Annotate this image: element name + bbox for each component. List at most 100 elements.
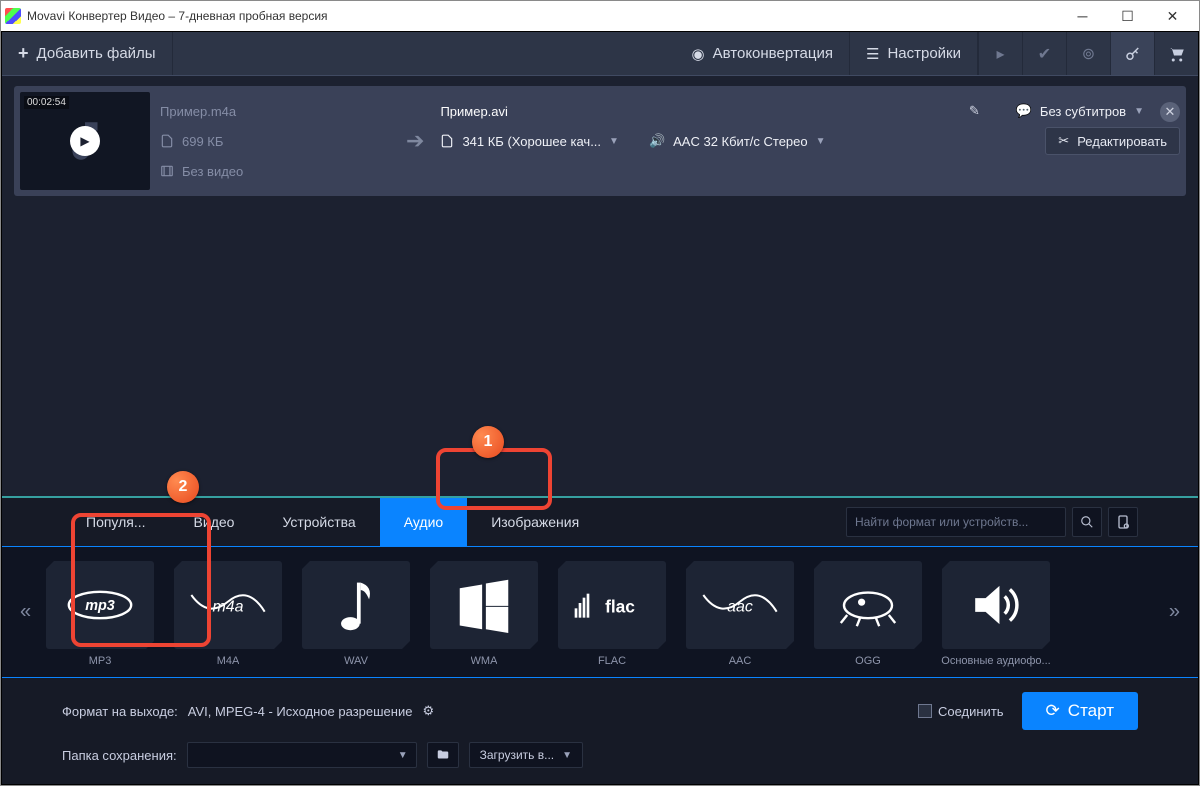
tile-icon-ogg[interactable] [814, 561, 922, 649]
titlebar: Movavi Конвертер Видео – 7-дневная пробн… [1, 1, 1199, 31]
target-quality-label: 341 КБ (Хорошее кач... [462, 134, 601, 149]
target-column: Пример.avi ✎ 💬 Без субтитров ▼ ✕ [440, 92, 1180, 190]
format-tiles: « » mp3 MP3 m4aM4A WAV WMA flac FLAC aac AAC OGG О… [2, 546, 1198, 678]
vk-icon[interactable]: ✔ [1022, 32, 1066, 75]
tile-icon-mp3[interactable]: mp3 [46, 561, 154, 649]
remove-file-button[interactable]: ✕ [1160, 102, 1180, 122]
disc-icon[interactable]: ⊚ [1066, 32, 1110, 75]
content-area: + Добавить файлы ◉ Автоконвертация ☰ Нас… [1, 31, 1199, 785]
browse-folder-button[interactable] [427, 742, 459, 768]
maximize-button[interactable]: ☐ [1105, 2, 1150, 30]
tile-label: AAC [729, 655, 752, 667]
chevron-down-icon: ▼ [562, 750, 572, 761]
format-tile-flac[interactable]: flac FLAC [554, 561, 670, 667]
app-window: Movavi Конвертер Видео – 7-дневная пробн… [0, 0, 1200, 786]
subtitles-dropdown[interactable]: Без субтитров ▼ [1040, 104, 1144, 119]
scissors-icon: ✂ [1058, 133, 1069, 149]
tile-label: OGG [855, 655, 881, 667]
output-format-label: Формат на выходе: [62, 704, 178, 719]
target-filename[interactable]: Пример.avi [440, 104, 507, 119]
edit-name-icon[interactable]: ✎ [969, 103, 980, 119]
svg-text:flac: flac [605, 596, 635, 616]
refresh-icon: ⟳ [1046, 701, 1060, 721]
auto-convert-button[interactable]: ◉ Автоконвертация [676, 32, 850, 75]
search-button[interactable] [1072, 507, 1102, 537]
youtube-icon[interactable]: ▸ [978, 32, 1022, 75]
format-area: Популя...ВидеоУстройстваАудиоИзображения… [2, 496, 1198, 678]
tile-icon-aac[interactable]: aac [686, 561, 794, 649]
tile-icon-flac[interactable]: flac [558, 561, 666, 649]
svg-text:aac: aac [727, 599, 753, 616]
no-video-label: Без видео [182, 164, 243, 179]
file-list: 00:02:54 ▶ Пример.m4a 699 КБ Без видео [2, 76, 1198, 206]
chevron-down-icon: ▼ [398, 750, 408, 761]
device-search-button[interactable] [1108, 507, 1138, 537]
svg-text:m4a: m4a [212, 599, 243, 616]
merge-checkbox[interactable]: Соединить [918, 704, 1004, 719]
file-icon [160, 134, 174, 148]
format-tile-aac[interactable]: aac AAC [682, 561, 798, 667]
plus-icon: + [18, 43, 29, 64]
tile-icon-m4a[interactable]: m4a [174, 561, 282, 649]
start-button[interactable]: ⟳ Старт [1022, 692, 1138, 730]
format-tile-mp3[interactable]: mp3 MP3 [42, 561, 158, 667]
play-button[interactable]: ▶ [70, 126, 100, 156]
key-icon[interactable] [1110, 32, 1154, 75]
start-label: Старт [1068, 701, 1114, 721]
app-icon [5, 8, 21, 24]
auto-convert-label: Автоконвертация [713, 45, 833, 62]
add-files-button[interactable]: + Добавить файлы [2, 32, 173, 75]
format-tile-wma[interactable]: WMA [426, 561, 542, 667]
format-tile-[interactable]: Основные аудиофо... [938, 561, 1054, 667]
edit-label: Редактировать [1077, 134, 1167, 149]
tile-label: Основные аудиофо... [941, 655, 1050, 667]
format-search-input[interactable]: Найти формат или устройств... [846, 507, 1066, 537]
chevron-down-icon: ▼ [1134, 106, 1144, 117]
tile-label: WAV [344, 655, 368, 667]
tile-label: WMA [471, 655, 498, 667]
save-folder-field[interactable]: ▼ [187, 742, 417, 768]
format-tile-m4a[interactable]: m4aM4A [170, 561, 286, 667]
no-video-row: Без видео [160, 158, 390, 184]
tile-label: MP3 [89, 655, 112, 667]
format-tab-[interactable]: Изображения [467, 498, 603, 546]
minimize-button[interactable]: ─ [1060, 2, 1105, 30]
file-thumbnail[interactable]: 00:02:54 ▶ [20, 92, 150, 190]
tile-icon-windows[interactable] [430, 561, 538, 649]
chevron-down-icon: ▼ [816, 136, 826, 147]
merge-label: Соединить [938, 704, 1004, 719]
cart-icon[interactable] [1154, 32, 1198, 75]
tiles-next-button[interactable]: » [1161, 593, 1188, 632]
chevron-down-icon: ▼ [609, 136, 619, 147]
arrow-right-icon: ➔ [400, 128, 430, 154]
window-controls: ─ ☐ ✕ [1060, 2, 1195, 30]
add-files-label: Добавить файлы [37, 45, 156, 62]
settings-button[interactable]: ☰ Настройки [850, 32, 978, 75]
load-into-label: Загрузить в... [480, 748, 555, 762]
edit-button[interactable]: ✂ Редактировать [1045, 127, 1180, 155]
tiles-prev-button[interactable]: « [12, 593, 39, 632]
format-tabs: Популя...ВидеоУстройстваАудиоИзображения… [2, 498, 1198, 546]
format-tab-[interactable]: Устройства [258, 498, 379, 546]
search-placeholder: Найти формат или устройств... [855, 515, 1028, 529]
target-quality-dropdown[interactable]: 341 КБ (Хорошее кач... ▼ [462, 134, 619, 149]
audio-spec-label: AAC 32 Кбит/с Стерео [673, 134, 808, 149]
source-size: 699 КБ [182, 134, 223, 149]
format-tab-[interactable]: Популя... [62, 498, 170, 546]
tile-icon-speaker[interactable] [942, 561, 1050, 649]
camera-icon: ◉ [692, 45, 705, 63]
close-button[interactable]: ✕ [1150, 2, 1195, 30]
tile-icon-note[interactable] [302, 561, 410, 649]
subtitles-label: Без субтитров [1040, 104, 1126, 119]
load-into-button[interactable]: Загрузить в... ▼ [469, 742, 583, 768]
tile-label: FLAC [598, 655, 626, 667]
format-tab-[interactable]: Видео [170, 498, 259, 546]
file-item[interactable]: 00:02:54 ▶ Пример.m4a 699 КБ Без видео [14, 86, 1186, 196]
format-tile-ogg[interactable]: OGG [810, 561, 926, 667]
audio-spec-dropdown[interactable]: AAC 32 Кбит/с Стерео ▼ [673, 134, 825, 149]
checkbox-icon [918, 704, 932, 718]
format-tab-[interactable]: Аудио [380, 498, 468, 546]
format-tile-wav[interactable]: WAV [298, 561, 414, 667]
bottom-bar: Формат на выходе: AVI, MPEG-4 - Исходное… [2, 678, 1198, 784]
gear-icon[interactable]: ⚙ [422, 703, 434, 719]
